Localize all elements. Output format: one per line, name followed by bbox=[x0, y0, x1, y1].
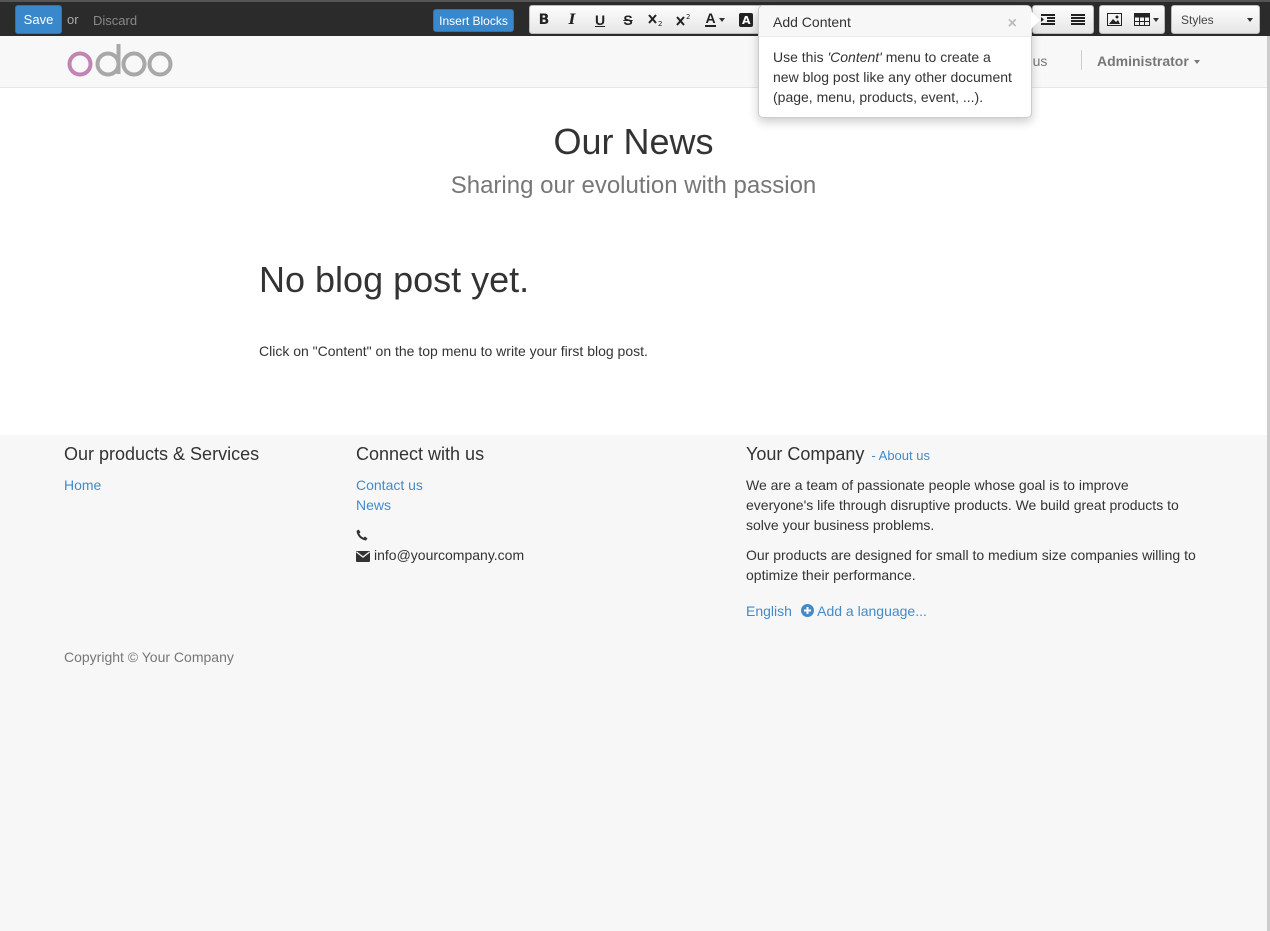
svg-text:A: A bbox=[742, 14, 751, 27]
italic-label: I bbox=[568, 11, 576, 28]
save-button[interactable]: Save bbox=[15, 5, 62, 34]
plus-circle-icon bbox=[801, 604, 814, 617]
caret-icon bbox=[1247, 17, 1253, 22]
popover-text-before: Use this bbox=[773, 49, 828, 65]
bold-button[interactable]: B bbox=[530, 6, 558, 33]
empty-state-text: Click on "Content" on the top menu to wr… bbox=[259, 343, 648, 359]
discard-link[interactable]: Discard bbox=[93, 13, 137, 28]
table-icon[interactable] bbox=[1128, 6, 1164, 33]
subscript-icon[interactable]: 2 bbox=[642, 6, 670, 33]
superscript-icon[interactable]: 2 bbox=[670, 6, 698, 33]
footer-news-link[interactable]: News bbox=[356, 497, 391, 513]
popover-text-emphasis: 'Content' bbox=[827, 49, 882, 65]
company-description-2: Our products are designed for small to m… bbox=[746, 547, 1196, 583]
strike-label: S bbox=[623, 11, 633, 28]
add-language-label: Add a language... bbox=[817, 603, 927, 619]
footer-products-heading: Our products & Services bbox=[64, 444, 260, 464]
or-label: or bbox=[67, 12, 79, 27]
company-name: Your Company bbox=[746, 444, 865, 464]
footer-home-link[interactable]: Home bbox=[64, 477, 101, 493]
styles-label: Styles bbox=[1181, 12, 1214, 27]
underline-label: U bbox=[594, 11, 606, 28]
footer-email: info@yourcompany.com bbox=[374, 547, 525, 563]
svg-text:2: 2 bbox=[658, 20, 662, 27]
popover-body: Use this 'Content' menu to create a new … bbox=[759, 37, 1031, 117]
font-color-icon: A bbox=[705, 10, 716, 27]
envelope-icon bbox=[356, 549, 370, 565]
page-title: Our News bbox=[553, 121, 714, 162]
language-english[interactable]: English bbox=[746, 603, 792, 619]
popover-header: Add Content × bbox=[759, 6, 1031, 37]
insert-blocks-button[interactable]: Insert Blocks bbox=[433, 9, 514, 32]
copyright: Copyright © Your Company bbox=[64, 649, 234, 665]
styles-dropdown[interactable]: Styles bbox=[1171, 5, 1260, 34]
image-icon[interactable] bbox=[1100, 6, 1128, 33]
close-icon[interactable]: × bbox=[1008, 15, 1017, 33]
main-content: Our News Sharing our evolution with pass… bbox=[0, 88, 1270, 435]
caret-icon bbox=[1193, 60, 1200, 65]
add-content-popover: Add Content × Use this 'Content' menu to… bbox=[758, 5, 1032, 118]
strikethrough-button[interactable]: S bbox=[614, 6, 642, 33]
page-subtitle: Sharing our evolution with passion bbox=[450, 172, 817, 199]
caret-icon bbox=[718, 17, 725, 22]
popover-title: Add Content bbox=[773, 14, 851, 30]
odoo-logo[interactable] bbox=[66, 40, 174, 83]
font-color-button[interactable]: A bbox=[698, 6, 732, 33]
editor-toolbar: Save or Discard Insert Blocks B I U S 2 … bbox=[0, 0, 1270, 36]
italic-button[interactable]: I bbox=[558, 6, 586, 33]
footer-contact-link[interactable]: Contact us bbox=[356, 477, 423, 493]
add-language-link[interactable]: Add a language... bbox=[801, 603, 927, 619]
user-menu[interactable]: Administrator bbox=[1097, 53, 1200, 69]
nav-divider bbox=[1081, 50, 1082, 70]
highlight-color-icon[interactable]: A bbox=[732, 6, 760, 33]
site-header: act us Administrator bbox=[0, 36, 1270, 88]
caret-icon bbox=[1152, 17, 1159, 22]
svg-text:2: 2 bbox=[686, 13, 690, 21]
popover-arrow bbox=[1031, 11, 1040, 29]
footer-connect-heading: Connect with us bbox=[356, 444, 485, 464]
justify-icon[interactable] bbox=[1063, 6, 1093, 33]
about-us-link[interactable]: - About us bbox=[871, 448, 930, 463]
format-toolbar-group: B I U S 2 2 A A bbox=[529, 5, 769, 34]
insert-toolbar-group bbox=[1099, 5, 1165, 34]
align-toolbar-group bbox=[1032, 5, 1094, 34]
site-footer: Our products & Services Home Connect wit… bbox=[0, 435, 1270, 931]
company-description: We are a team of passionate people whose… bbox=[746, 477, 1179, 533]
underline-button[interactable]: U bbox=[586, 6, 614, 33]
user-menu-label: Administrator bbox=[1097, 53, 1189, 69]
phone-icon bbox=[356, 528, 368, 544]
bold-label: B bbox=[538, 11, 550, 28]
empty-state-title: No blog post yet. bbox=[259, 259, 530, 300]
footer-company-heading: Your Company - About us bbox=[746, 444, 930, 465]
